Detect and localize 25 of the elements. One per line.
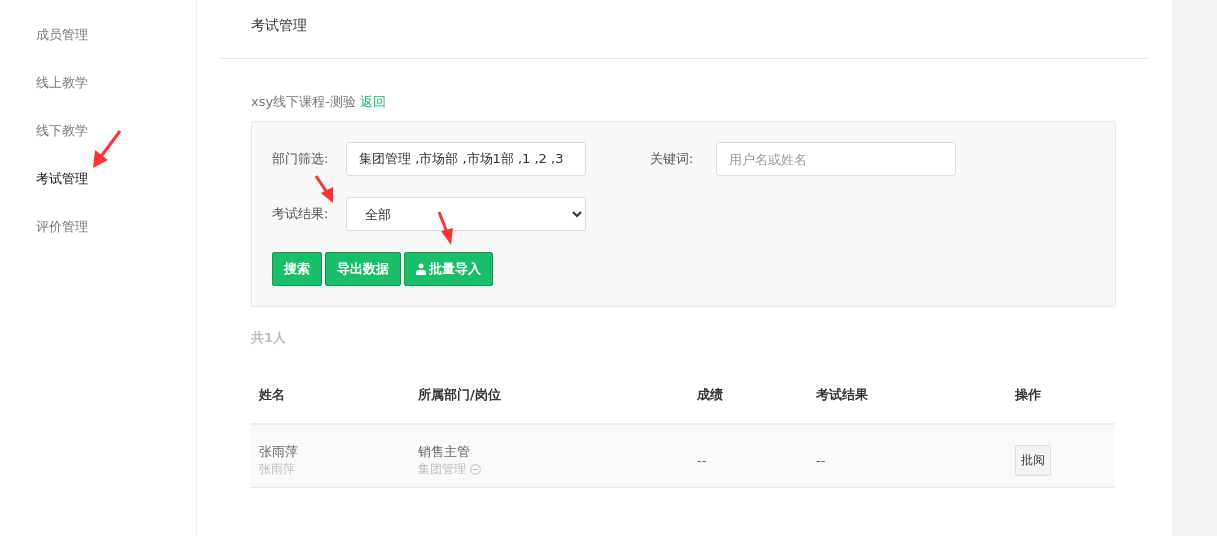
result-dropdown[interactable]: 全部 (346, 197, 586, 231)
annotation-arrow (93, 130, 122, 168)
keyword-field[interactable]: 用户名或姓名 (716, 142, 956, 176)
sidebar-item[interactable]: 评价管理 (0, 216, 196, 264)
sidebar-item[interactable]: 线上教学 (0, 72, 196, 120)
user-icon (416, 263, 428, 275)
sidebar-item[interactable]: 线下教学 (0, 120, 196, 168)
sidebar-item[interactable]: 考试管理 (0, 168, 196, 216)
page-title: 考试管理 (251, 17, 307, 35)
total-count: 共1人 (251, 329, 288, 347)
minus-circle-icon (470, 463, 481, 475)
field-label: 关键词: (650, 150, 695, 168)
annotation-arrow (314, 175, 333, 203)
field-label: 考试结果: (272, 205, 330, 223)
back-link[interactable]: 返回 (360, 94, 386, 109)
department-field[interactable]: 集团管理 ,市场部 ,市场1部 ,1 ,2 ,3 (346, 142, 586, 176)
review-button[interactable]: 批阅 (1015, 444, 1051, 476)
course-title: xsy线下课程-测验 (251, 94, 356, 109)
field-label: 部门筛选: (272, 150, 330, 168)
table-cell: -- (697, 452, 707, 468)
annotation-arrow (437, 211, 453, 245)
position: 销售主管 (418, 442, 471, 461)
sidebar-item[interactable]: 成员管理 (0, 24, 196, 72)
table-cell: -- (816, 452, 826, 468)
member-name: 张雨萍 (259, 442, 299, 461)
